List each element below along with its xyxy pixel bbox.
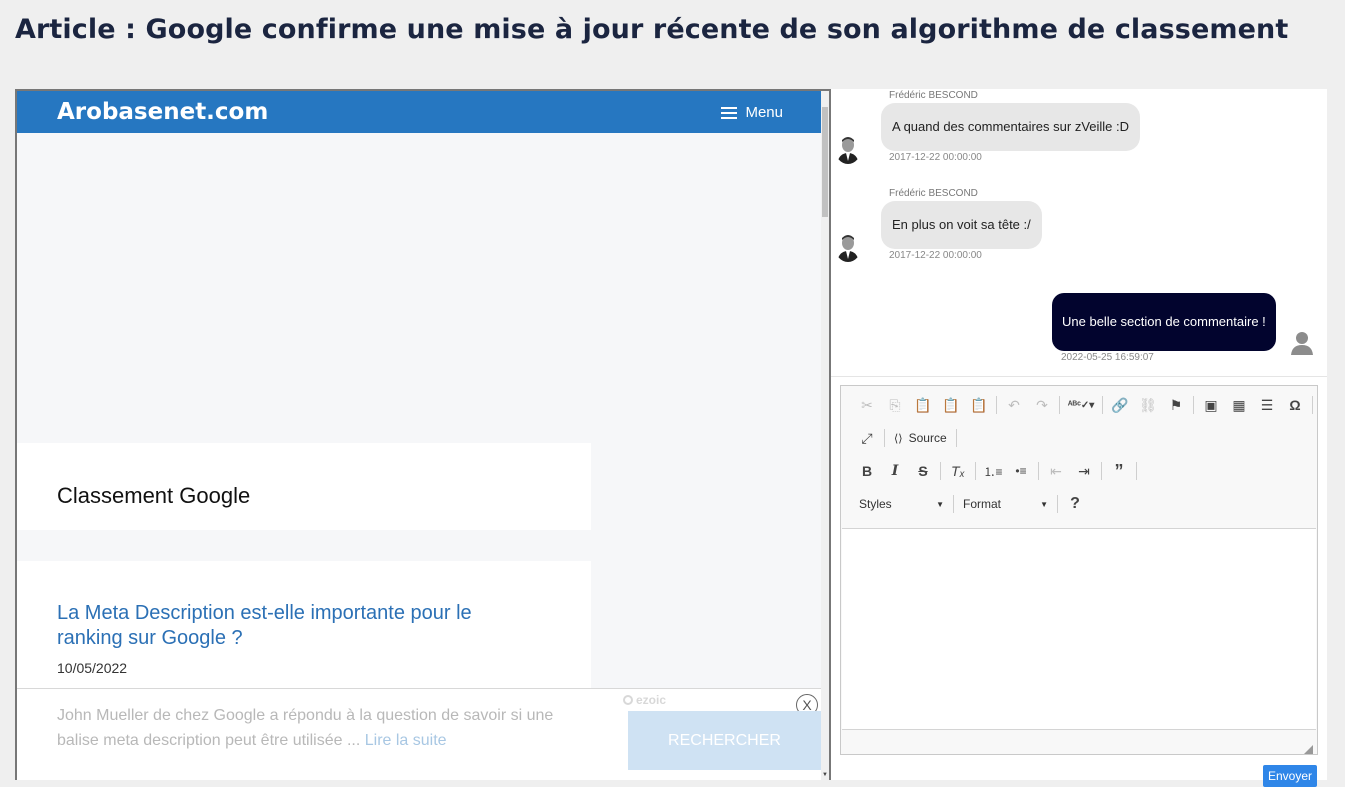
site-scrollbar[interactable]: ▼ [821, 91, 829, 780]
help-icon[interactable]: ? [1061, 493, 1089, 515]
send-button[interactable]: Envoyer [1263, 765, 1317, 787]
bulleted-list-icon[interactable]: •≡ [1007, 460, 1035, 482]
styles-dropdown[interactable]: Styles ▼ [853, 493, 950, 515]
page-title: Article : Google confirme une mise à jou… [15, 14, 1289, 45]
editor-content-area[interactable] [842, 528, 1316, 730]
cut-icon[interactable]: ✂ [853, 394, 881, 416]
ad-banner: John Mueller de chez Google a répondu à … [17, 688, 823, 780]
paste-word-icon[interactable]: 📋 [965, 394, 993, 416]
article-excerpt-text: John Mueller de chez Google a répondu à … [57, 707, 554, 749]
ezoic-icon [623, 695, 633, 705]
table-icon[interactable]: ▦ [1225, 394, 1253, 416]
unlink-icon[interactable]: ⛓ [1134, 394, 1162, 416]
user-avatar-icon [1289, 329, 1315, 355]
scrollbar-thumb[interactable] [822, 107, 828, 217]
article-date: 10/05/2022 [57, 660, 128, 676]
indent-icon[interactable]: ⇥ [1070, 460, 1098, 482]
comment-bubble: En plus on voit sa tête :/ [881, 201, 1042, 249]
embedded-site-frame: Arobasenet.com Menu Classement Google La… [15, 89, 831, 780]
article-title-link[interactable]: La Meta Description est-elle importante … [57, 601, 527, 651]
menu-button[interactable]: Menu [721, 104, 783, 121]
spellcheck-icon[interactable]: ᴬᴮᶜ✓▾ [1063, 394, 1099, 416]
image-icon[interactable]: ▣ [1197, 394, 1225, 416]
article-excerpt: John Mueller de chez Google a répondu à … [57, 703, 557, 753]
undo-icon[interactable]: ↶ [1000, 394, 1028, 416]
category-box: Classement Google [17, 443, 591, 530]
special-char-icon[interactable]: Ω [1281, 394, 1309, 416]
author-avatar [835, 134, 861, 164]
scroll-down-arrow-icon[interactable]: ▼ [822, 772, 828, 778]
site-brand-logo[interactable]: Arobasenet.com [57, 99, 268, 125]
blockquote-icon[interactable]: ” [1105, 460, 1133, 482]
divider [831, 376, 1327, 377]
italic-icon[interactable]: I [881, 460, 909, 482]
comment-bubble: A quand des commentaires sur zVeille :D [881, 103, 1141, 151]
hamburger-icon [721, 106, 738, 119]
comment-author: Frédéric BESCOND [889, 188, 978, 199]
bold-icon[interactable]: B [853, 460, 881, 482]
editor-toolbar-row-1: ✂ ⎘ 📋 📋 📋 ↶ ↷ ᴬᴮᶜ✓▾ 🔗 ⛓ ⚑ ▣ ▦ ☰ Ω [853, 394, 1316, 416]
ezoic-logo: ezoic [623, 693, 666, 707]
comment-timestamp: 2017-12-22 00:00:00 [889, 152, 982, 163]
anchor-flag-icon[interactable]: ⚑ [1162, 394, 1190, 416]
menu-label: Menu [745, 104, 783, 121]
chevron-down-icon: ▼ [1040, 499, 1048, 509]
strikethrough-icon[interactable]: S [909, 460, 937, 482]
paste-icon[interactable]: 📋 [909, 394, 937, 416]
comment-timestamp: 2022-05-25 16:59:07 [1061, 352, 1154, 363]
source-icon: ⟨⟩ [894, 432, 903, 445]
category-title: Classement Google [57, 483, 251, 508]
redo-icon[interactable]: ↷ [1028, 394, 1056, 416]
resize-handle-icon[interactable] [1304, 741, 1313, 754]
numbered-list-icon[interactable]: ⒈≡ [979, 460, 1007, 482]
source-button[interactable]: ⟨⟩ Source [888, 427, 953, 449]
format-dropdown[interactable]: Format ▼ [957, 493, 1054, 515]
read-more-link[interactable]: Lire la suite [365, 732, 447, 749]
comment-editor: ✂ ⎘ 📋 📋 📋 ↶ ↷ ᴬᴮᶜ✓▾ 🔗 ⛓ ⚑ ▣ ▦ ☰ Ω ⤢ ⟨⟩ So… [840, 385, 1318, 755]
comment-author: Frédéric BESCOND [889, 90, 978, 101]
editor-toolbar-row-4: Styles ▼ Format ▼ ? [853, 493, 1089, 515]
comment-timestamp: 2017-12-22 00:00:00 [889, 250, 982, 261]
author-avatar [835, 232, 861, 262]
paste-text-icon[interactable]: 📋 [937, 394, 965, 416]
remove-format-icon[interactable]: Tₓ [944, 460, 972, 482]
link-icon[interactable]: 🔗 [1106, 394, 1134, 416]
own-comment-bubble: Une belle section de commentaire ! [1052, 293, 1276, 351]
site-header: Arobasenet.com Menu [17, 91, 823, 133]
outdent-icon[interactable]: ⇤ [1042, 460, 1070, 482]
comments-panel: Frédéric BESCOND A quand des commentaire… [831, 89, 1327, 787]
copy-icon[interactable]: ⎘ [881, 394, 909, 416]
ad-search-button[interactable]: RECHERCHER [628, 711, 821, 770]
horizontal-line-icon[interactable]: ☰ [1253, 394, 1281, 416]
editor-toolbar-row-3: B I S Tₓ ⒈≡ •≡ ⇤ ⇥ ” [853, 460, 1140, 482]
maximize-icon[interactable]: ⤢ [853, 427, 881, 449]
chevron-down-icon: ▼ [936, 499, 944, 509]
editor-toolbar-row-2: ⤢ ⟨⟩ Source [853, 427, 960, 449]
